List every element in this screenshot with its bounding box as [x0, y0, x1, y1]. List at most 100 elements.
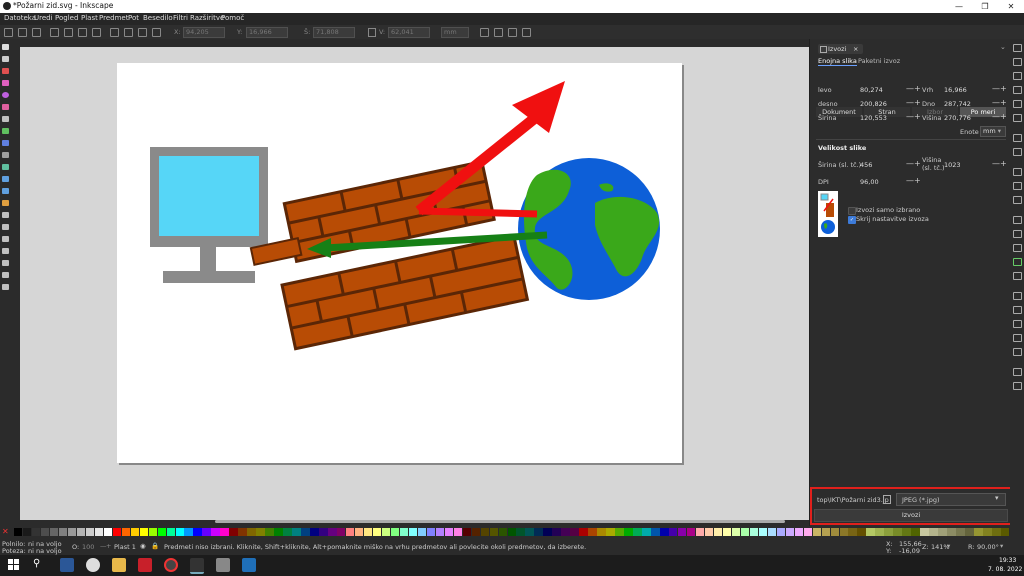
palette-swatch[interactable] [965, 528, 974, 536]
palette-swatch[interactable] [534, 528, 543, 536]
palette-swatch[interactable] [417, 528, 427, 536]
palette-swatch[interactable] [238, 528, 247, 536]
palette-swatch[interactable] [740, 528, 750, 536]
copy-icon[interactable] [1013, 168, 1022, 176]
redo-icon[interactable] [1013, 148, 1022, 156]
palette-swatch[interactable] [758, 528, 768, 536]
palette-swatch[interactable] [695, 528, 705, 536]
selector-tool-icon[interactable] [2, 44, 9, 50]
menu-filtri[interactable]: Filtri [173, 14, 188, 22]
document-properties-icon[interactable] [1013, 368, 1022, 376]
palette-swatch[interactable] [31, 528, 41, 536]
import-icon[interactable] [1013, 100, 1022, 108]
app-red-icon[interactable] [138, 558, 152, 572]
x0-minus[interactable]: — [906, 84, 914, 93]
palette-swatch[interactable] [992, 528, 1001, 536]
palette-swatch[interactable] [579, 528, 588, 536]
select-all-icon[interactable] [4, 28, 13, 37]
open-document-icon[interactable] [1013, 58, 1022, 66]
palette-swatch[interactable] [346, 528, 355, 536]
palette-swatch[interactable] [193, 528, 202, 536]
height-minus[interactable]: — [992, 112, 1000, 121]
pixel-height-minus[interactable]: — [992, 159, 1000, 168]
dpi-field[interactable]: 96,00 [860, 178, 879, 186]
pencil-tool-icon[interactable] [2, 140, 9, 146]
palette-swatch[interactable] [310, 528, 319, 536]
palette-swatch[interactable] [830, 528, 839, 536]
height-plus[interactable]: + [1000, 112, 1007, 121]
width-minus[interactable]: — [906, 112, 914, 121]
palette-swatch[interactable] [507, 528, 516, 536]
tweak-tool-icon[interactable] [2, 224, 9, 230]
lock-icon[interactable] [368, 28, 376, 37]
palette-swatch[interactable] [669, 528, 678, 536]
palette-swatch[interactable] [58, 528, 68, 536]
palette-swatch[interactable] [821, 528, 831, 536]
palette-swatch[interactable] [94, 528, 104, 536]
pixel-height-plus[interactable]: + [1000, 159, 1007, 168]
palette-swatch[interactable] [857, 528, 866, 536]
palette-swatch[interactable] [76, 528, 86, 536]
scale-stroke-icon[interactable] [480, 28, 489, 37]
palette-swatch[interactable] [175, 528, 184, 536]
palette-swatch[interactable] [624, 528, 633, 536]
ellipse-tool-icon[interactable] [2, 92, 9, 98]
clone-icon[interactable] [1013, 230, 1022, 238]
palette-swatch[interactable] [202, 528, 211, 536]
transform-gradients-icon[interactable] [508, 28, 517, 37]
hide-export-settings-checkbox[interactable]: ✓ [848, 216, 856, 224]
palette-swatch[interactable] [552, 528, 561, 536]
palette-swatch[interactable] [704, 528, 714, 536]
units-select[interactable]: mm ▾ [980, 126, 1006, 137]
x1-plus[interactable]: + [914, 98, 921, 107]
palette-swatch[interactable] [543, 528, 552, 536]
chevron-down-icon[interactable]: ⌄ [1000, 43, 1006, 51]
new-document-icon[interactable] [1013, 44, 1022, 52]
palette-swatch[interactable] [974, 528, 983, 536]
palette-swatch[interactable] [785, 528, 795, 536]
rotate-ccw-icon[interactable] [50, 28, 59, 37]
app-blue-icon[interactable] [242, 558, 256, 572]
pen-tool-icon[interactable] [2, 128, 9, 134]
palette-swatch[interactable] [130, 528, 140, 536]
palette-swatch[interactable] [22, 528, 32, 536]
zoom-tool-icon[interactable] [2, 284, 9, 290]
palette-swatch[interactable] [166, 528, 175, 536]
menu-pomoc[interactable]: Pomoč [221, 14, 244, 22]
paste-icon[interactable] [1013, 196, 1022, 204]
palette-swatch[interactable] [283, 528, 292, 536]
palette-swatch[interactable] [408, 528, 418, 536]
palette-swatch[interactable] [498, 528, 507, 536]
star-tool-icon[interactable] [2, 104, 9, 110]
close-tab-icon[interactable]: × [853, 45, 858, 53]
palette-swatch[interactable] [525, 528, 534, 536]
palette-swatch[interactable] [606, 528, 615, 536]
palette-swatch[interactable] [444, 528, 454, 536]
palette-swatch[interactable] [633, 528, 642, 536]
flip-vertical-icon[interactable] [92, 28, 101, 37]
palette-swatch[interactable] [686, 528, 696, 536]
export-tab[interactable]: Izvozi × [818, 44, 863, 54]
pixel-width-field[interactable]: 456 [860, 161, 872, 169]
app-circle-icon[interactable] [164, 558, 178, 572]
transform-patterns-icon[interactable] [522, 28, 531, 37]
tab-batch-export[interactable]: Paketni izvoz [858, 57, 900, 65]
palette-swatch[interactable] [471, 528, 481, 536]
palette-swatch[interactable] [14, 528, 23, 536]
palette-swatch[interactable] [642, 528, 651, 536]
inkscape-taskbar-icon[interactable] [190, 558, 204, 574]
menu-pot[interactable]: Pot [128, 14, 139, 22]
palette-swatch[interactable] [615, 528, 624, 536]
spray-tool-icon[interactable] [2, 236, 9, 242]
x0-field[interactable]: 80,274 [860, 86, 883, 94]
palette-swatch[interactable] [812, 528, 822, 536]
flip-horizontal-icon[interactable] [78, 28, 87, 37]
palette-swatch[interactable] [453, 528, 463, 536]
palette-swatch[interactable] [112, 528, 122, 536]
3d-box-tool-icon[interactable] [2, 80, 9, 86]
palette-swatch[interactable] [929, 528, 938, 536]
document-page[interactable] [117, 63, 682, 463]
palette-swatch[interactable] [570, 528, 579, 536]
lower-to-bottom-icon[interactable] [152, 28, 161, 37]
palette-swatch[interactable] [722, 528, 732, 536]
